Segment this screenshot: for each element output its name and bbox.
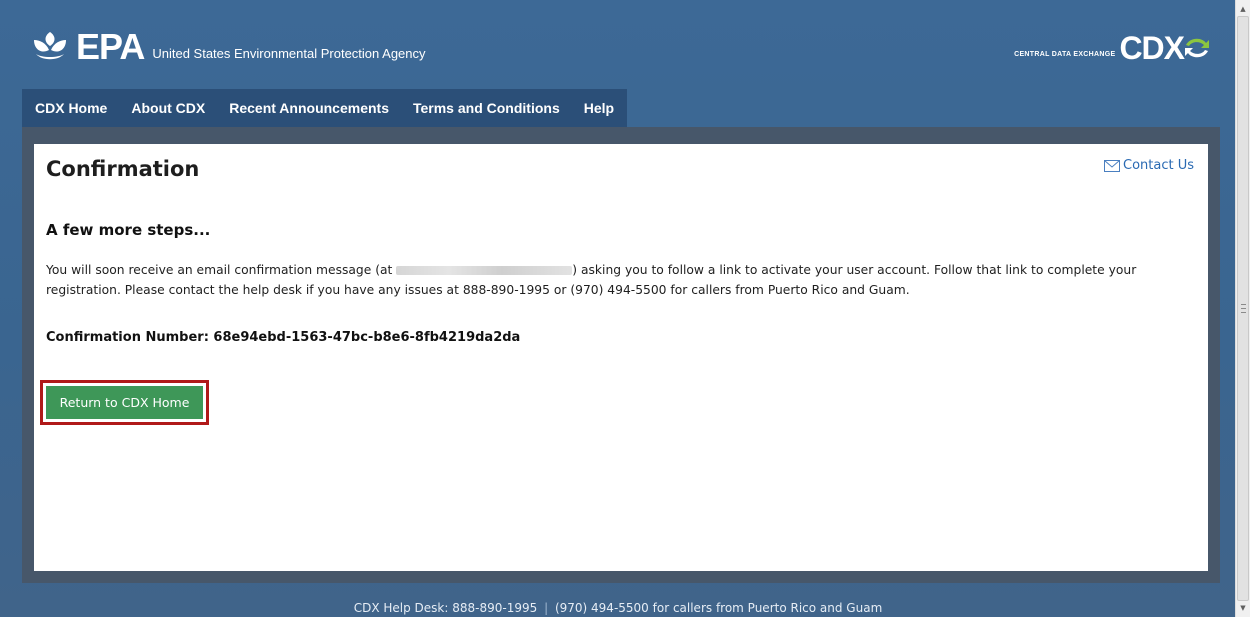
- nav-terms-and-conditions[interactable]: Terms and Conditions: [413, 100, 560, 116]
- scroll-grip-icon: [1241, 304, 1246, 313]
- mail-icon: [1104, 159, 1120, 172]
- scroll-thumb[interactable]: [1237, 16, 1249, 601]
- footer-separator: |: [544, 601, 549, 615]
- redacted-email: [396, 266, 573, 275]
- confirmation-message: You will soon receive an email confirmat…: [46, 260, 1196, 300]
- nav-recent-announcements[interactable]: Recent Announcements: [229, 100, 389, 116]
- footer-helpdesk-guam: (970) 494-5500 for callers from Puerto R…: [554, 601, 883, 615]
- section-heading: A few more steps...: [46, 221, 211, 239]
- vertical-scrollbar[interactable]: ▲ ▼: [1235, 0, 1250, 617]
- epa-flower-icon: [34, 32, 66, 60]
- cdx-logo[interactable]: CENTRAL DATA EXCHANGE CDX: [1014, 30, 1212, 66]
- epa-logo[interactable]: EPA United States Environmental Protecti…: [30, 26, 426, 67]
- scroll-down-arrow-icon[interactable]: ▼: [1236, 601, 1250, 615]
- main-nav: CDX Home About CDX Recent Announcements …: [22, 89, 628, 127]
- content-panel: Confirmation Contact Us A few more steps…: [34, 144, 1208, 571]
- footer-helpdesk-phone: CDX Help Desk: 888-890-1995: [353, 601, 538, 615]
- return-button-highlight: Return to CDX Home: [40, 380, 209, 425]
- message-part-1: You will soon receive an email confirmat…: [46, 263, 397, 277]
- nav-help[interactable]: Help: [584, 100, 614, 116]
- cdx-tagline: CENTRAL DATA EXCHANGE: [1014, 51, 1116, 58]
- scroll-up-arrow-icon[interactable]: ▲: [1236, 2, 1250, 16]
- agency-name: United States Environmental Protection A…: [152, 46, 426, 61]
- contact-us-link[interactable]: Contact Us: [1104, 158, 1194, 173]
- contact-us-label: Contact Us: [1123, 158, 1194, 173]
- return-to-cdx-home-button[interactable]: Return to CDX Home: [46, 386, 203, 419]
- nav-cdx-home[interactable]: CDX Home: [35, 100, 107, 116]
- confirmation-number-line: Confirmation Number: 68e94ebd-1563-47bc-…: [46, 330, 520, 345]
- footer-helpdesk: CDX Help Desk: 888-890-1995 | (970) 494-…: [0, 601, 1236, 615]
- confirmation-number-value: 68e94ebd-1563-47bc-b8e6-8fb4219da2da: [213, 330, 521, 345]
- epa-logo-text: EPA: [76, 26, 145, 67]
- cdx-logo-text: CDX: [1119, 30, 1185, 66]
- page-title: Confirmation: [46, 157, 200, 181]
- confirmation-number-label: Confirmation Number:: [46, 330, 209, 345]
- cdx-arrows-icon: [1185, 38, 1209, 58]
- nav-about-cdx[interactable]: About CDX: [131, 100, 205, 116]
